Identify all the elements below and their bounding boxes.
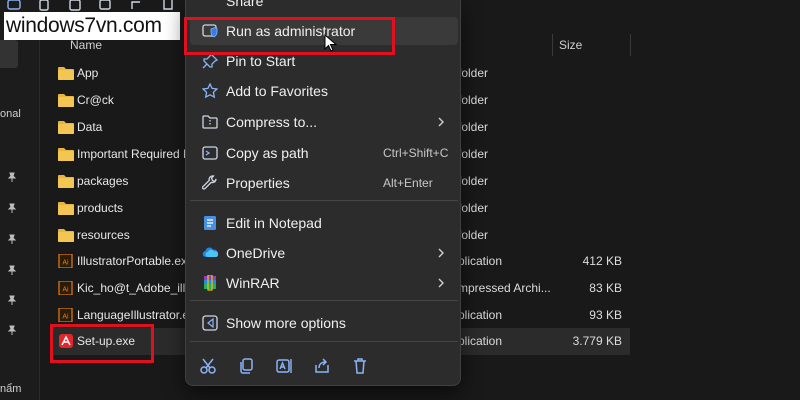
copy-icon[interactable] — [237, 357, 255, 375]
onedrive-icon — [202, 245, 219, 261]
folder-icon — [58, 201, 74, 215]
cut-icon[interactable] — [199, 357, 217, 375]
menu-item-show-more-options[interactable]: Show more options — [190, 309, 458, 337]
highlight-box — [184, 17, 395, 55]
chevron-right-icon — [436, 116, 446, 128]
file-size: 3.779 KB — [572, 334, 622, 348]
file-type: folder — [458, 174, 489, 188]
column-divider[interactable] — [552, 34, 553, 56]
file-type: folder — [458, 120, 489, 134]
file-type: plication — [458, 334, 503, 348]
star-icon — [201, 82, 219, 99]
delete-icon[interactable] — [351, 357, 369, 375]
notepad-icon — [202, 215, 218, 231]
menu-item-label: Edit in Notepad — [226, 215, 322, 231]
menu-item-share[interactable]: Share — [226, 0, 263, 9]
file-type: plication — [458, 254, 503, 268]
file-type: plication — [458, 308, 503, 322]
menu-item-winrar[interactable]: WinRAR — [190, 269, 458, 297]
path-icon — [202, 145, 218, 161]
menu-item-label: Properties — [226, 175, 290, 191]
pin-icon — [7, 171, 17, 182]
svg-text:Ai: Ai — [62, 287, 69, 294]
file-type: folder — [458, 147, 489, 161]
keyboard-shortcut: Alt+Enter — [383, 176, 433, 190]
highlight-box — [50, 324, 154, 363]
folder-icon — [58, 120, 74, 134]
svg-text:Ai: Ai — [62, 260, 69, 267]
share-icon[interactable] — [313, 357, 331, 375]
pin-icon — [7, 233, 17, 244]
menu-item-compress-to[interactable]: Compress to... — [190, 108, 458, 136]
pin-icon — [7, 264, 17, 275]
pin-icon — [7, 202, 17, 213]
file-type: folder — [458, 93, 489, 107]
file-type: folder — [458, 66, 489, 80]
menu-separator — [190, 200, 458, 201]
chevron-right-icon — [436, 247, 446, 259]
illustrator-icon: Ai — [58, 307, 74, 323]
illustrator-icon: Ai — [58, 280, 74, 296]
folder-icon — [58, 147, 74, 161]
file-type: folder — [458, 228, 489, 242]
pin-icon — [202, 52, 219, 69]
archive-icon — [202, 114, 218, 130]
nav-item-label[interactable]: onal — [0, 108, 21, 120]
column-header-size[interactable]: Size — [559, 38, 582, 52]
menu-item-label: OneDrive — [226, 245, 286, 261]
pin-icon — [7, 294, 17, 305]
menu-item-label: WinRAR — [226, 275, 280, 291]
folder-icon — [58, 66, 74, 80]
menu-item-properties[interactable]: Properties Alt+Enter — [190, 169, 458, 197]
context-menu: Share Run as administrator Pin to Start Ad… — [185, 0, 461, 386]
menu-separator — [190, 341, 458, 342]
menu-item-label: Pin to Start — [226, 53, 296, 69]
file-size: 93 KB — [589, 308, 622, 322]
site-watermark: windows7vn.com — [4, 12, 180, 40]
column-divider[interactable] — [630, 34, 631, 56]
menu-item-edit-in-notepad[interactable]: Edit in Notepad — [190, 209, 458, 237]
menu-item-label: Copy as path — [226, 145, 309, 161]
column-header-name[interactable]: Name — [70, 38, 102, 52]
chevron-right-icon — [436, 277, 446, 289]
menu-item-label: Add to Favorites — [226, 83, 328, 99]
menu-item-label: Compress to... — [226, 114, 318, 130]
wrench-icon — [201, 175, 218, 191]
menu-item-label: Show more options — [226, 315, 346, 331]
pin-icon — [7, 324, 17, 335]
menu-item-add-to-favorites[interactable]: Add to Favorites — [190, 77, 458, 105]
file-size: 83 KB — [589, 281, 622, 295]
menu-item-onedrive[interactable]: OneDrive — [190, 239, 458, 267]
svg-text:Ai: Ai — [62, 314, 69, 321]
keyboard-shortcut: Ctrl+Shift+C — [383, 146, 449, 160]
navigation-pane: onal nẩm — [0, 0, 40, 400]
menu-item-copy-as-path[interactable]: Copy as path Ctrl+Shift+C — [190, 139, 458, 167]
mouse-cursor-icon — [324, 34, 337, 52]
rename-icon[interactable] — [275, 357, 293, 375]
folder-icon — [58, 93, 74, 107]
file-size: 412 KB — [582, 254, 622, 268]
nav-item-label[interactable]: nẩm — [0, 383, 21, 395]
file-type: mpressed Archi... — [458, 281, 551, 295]
winrar-icon — [202, 274, 218, 291]
file-type: folder — [458, 201, 489, 215]
nav-selected-item[interactable] — [0, 40, 18, 68]
folder-icon — [58, 174, 74, 188]
menu-separator — [190, 300, 458, 301]
folder-icon — [58, 228, 74, 242]
illustrator-icon: Ai — [58, 253, 74, 269]
more-options-icon — [202, 315, 218, 331]
